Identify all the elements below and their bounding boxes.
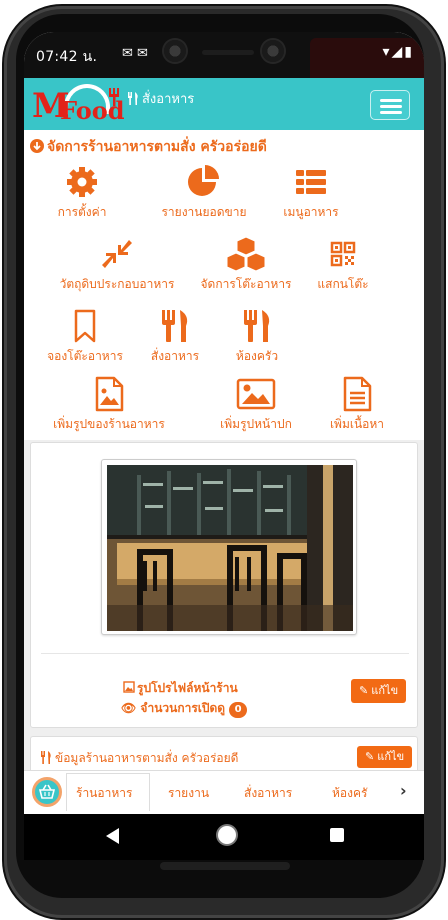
mfood-logo[interactable]: M Food xyxy=(30,82,134,128)
system-nav-bar xyxy=(24,814,424,860)
edit-profile-button[interactable]: ✎ แก้ไข xyxy=(351,679,407,703)
image-file-icon xyxy=(95,376,124,412)
pencil-icon: ✎ xyxy=(359,685,369,697)
notification-icons: ✉ ✉ xyxy=(122,46,148,61)
front-camera-icon xyxy=(162,38,188,64)
menu-add-content[interactable]: เพิ่มเนื้อหา xyxy=(292,376,422,434)
card-divider xyxy=(41,653,409,654)
text-file-icon xyxy=(343,376,372,412)
app-header: M Food สั่งอาหาร xyxy=(24,78,424,130)
basket-icon xyxy=(38,784,56,799)
main-content: จัดการร้านอาหารตามสั่ง ครัวอร่อยดี การตั… xyxy=(24,130,424,770)
menu-heading-text: จัดการร้านอาหารตามสั่ง ครัวอร่อยดี xyxy=(47,139,267,155)
menu-settings[interactable]: การตั้งค่า xyxy=(24,164,147,222)
pie-chart-icon xyxy=(188,165,219,196)
chevron-right-icon[interactable]: › xyxy=(400,781,407,800)
list-icon xyxy=(296,170,326,194)
edit-info-button-label: แก้ไข xyxy=(377,751,405,763)
tab-restaurant[interactable]: ร้านอาหาร xyxy=(76,784,132,803)
restaurant-info-title-text: ข้อมูลร้านอาหารตามสั่ง ครัวอร่อยดี xyxy=(55,751,239,765)
home-icon[interactable] xyxy=(218,826,236,844)
fork-knife-icon xyxy=(41,751,51,764)
cubes-icon xyxy=(226,236,266,272)
tab-kitchen[interactable]: ห้องครั xyxy=(332,784,367,803)
tab-report[interactable]: รายงาน xyxy=(168,784,209,803)
status-time: 07:42 น. xyxy=(36,49,98,65)
compress-arrows-icon xyxy=(102,240,132,268)
header-title-text: สั่งอาหาร xyxy=(142,92,195,107)
menu-add-content-label: เพิ่มเนื้อหา xyxy=(329,417,385,431)
menu-scan-table-label: แสกนโต๊ะ xyxy=(317,277,369,291)
front-sensor-icon xyxy=(260,38,286,64)
views-count-badge: 0 xyxy=(229,702,248,718)
menu-food-menu[interactable]: เมนูอาหาร xyxy=(246,164,376,222)
menu-heading: จัดการร้านอาหารตามสั่ง ครัวอร่อยดี xyxy=(30,136,267,158)
status-bar: 07:42 น. ✉ ✉ ▾◢▮ xyxy=(24,32,424,78)
views-count-row: 👁 จำนวนการเปิดดู 0 xyxy=(121,699,248,718)
signal-battery-icons: ▾◢▮ xyxy=(382,44,414,60)
restaurant-info-title: ข้อมูลร้านอาหารตามสั่ง ครัวอร่อยดี xyxy=(41,749,238,768)
hamburger-menu-button[interactable] xyxy=(370,90,410,120)
image-icon xyxy=(236,378,276,410)
menu-ingredients-label: วัตถุดิบประกอบอาหาร xyxy=(59,277,175,291)
edit-profile-button-label: แก้ไข xyxy=(371,685,399,697)
menu-add-restaurant-photo-label: เพิ่มรูปของร้านอาหาร xyxy=(53,417,165,431)
back-icon[interactable] xyxy=(106,828,119,844)
edit-info-button[interactable]: ✎ แก้ไข xyxy=(357,746,413,768)
phone-bottom-speaker xyxy=(160,862,290,870)
menu-sales-report-label: รายงานยอดขาย xyxy=(161,205,247,219)
phone-screen: 07:42 น. ✉ ✉ ▾◢▮ M Food สั่งอาหาร จัดการ… xyxy=(24,32,424,860)
menu-settings-label: การตั้งค่า xyxy=(57,205,107,219)
profile-photo-label: รูปโปรไฟล์หน้าร้าน xyxy=(123,679,238,698)
hamburger-line xyxy=(380,105,402,108)
restaurant-interior-photo xyxy=(107,465,353,631)
management-menu-panel: จัดการร้านอาหารตามสั่ง ครัวอร่อยดี การตั… xyxy=(24,130,424,440)
menu-kitchen[interactable]: ห้องครัว xyxy=(192,308,322,366)
hamburger-line xyxy=(380,111,402,114)
restaurant-info-card: ข้อมูลร้านอาหารตามสั่ง ครัวอร่อยดี ✎ แก้… xyxy=(30,736,418,770)
recent-apps-icon[interactable] xyxy=(330,828,344,842)
eye-icon: 👁 xyxy=(121,701,137,715)
earpiece-speaker xyxy=(202,50,254,55)
menu-ingredients[interactable]: วัตถุดิบประกอบอาหาร xyxy=(52,236,182,294)
pencil-icon: ✎ xyxy=(365,751,375,763)
image-icon xyxy=(123,681,135,693)
basket-button[interactable] xyxy=(32,777,62,807)
fork-knife-icon xyxy=(244,310,270,342)
qr-code-icon xyxy=(330,241,356,267)
fork-knife-icon xyxy=(162,310,188,342)
logo-fork-icon xyxy=(109,88,119,106)
bookmark-icon xyxy=(74,309,96,343)
fork-knife-icon xyxy=(128,92,138,105)
menu-kitchen-label: ห้องครัว xyxy=(235,349,279,363)
header-title: สั่งอาหาร xyxy=(128,88,194,109)
profile-photo-label-text: รูปโปรไฟล์หน้าร้าน xyxy=(137,681,238,695)
gear-icon xyxy=(67,167,97,197)
circle-arrow-down-icon xyxy=(30,139,44,153)
profile-photo-frame[interactable] xyxy=(101,459,357,635)
menu-add-cover-photo-label: เพิ่มรูปหน้าปก xyxy=(220,417,292,431)
bottom-tab-bar: ร้านอาหาร รายงาน สั่งอาหาร ห้องครั › xyxy=(24,770,424,814)
profile-card: รูปโปรไฟล์หน้าร้าน 👁 จำนวนการเปิดดู 0 ✎ แ… xyxy=(30,442,418,728)
menu-scan-table[interactable]: แสกนโต๊ะ xyxy=(278,236,408,294)
hamburger-line xyxy=(380,99,402,102)
menu-add-restaurant-photo[interactable]: เพิ่มรูปของร้านอาหาร xyxy=(44,376,174,434)
menu-food-menu-label: เมนูอาหาร xyxy=(283,205,339,219)
tab-order-food[interactable]: สั่งอาหาร xyxy=(244,784,292,803)
views-label-text: จำนวนการเปิดดู xyxy=(140,701,226,715)
